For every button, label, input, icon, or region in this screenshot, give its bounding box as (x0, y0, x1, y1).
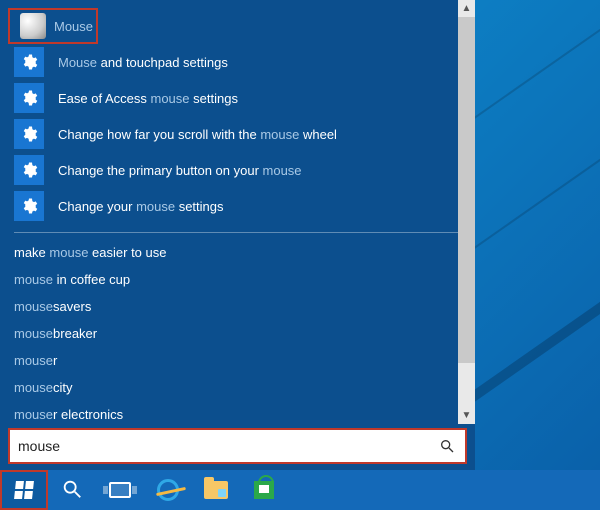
scroll-down-arrow[interactable]: ▼ (458, 407, 475, 424)
settings-result[interactable]: Change your mouse settings (0, 188, 475, 224)
settings-result[interactable]: Change the primary button on your mouse (0, 152, 475, 188)
start-search-panel: Mouse Mouse and touchpad settings Ease of… (0, 0, 475, 470)
web-suggestion[interactable]: mouse in coffee cup (0, 266, 475, 293)
search-box[interactable] (8, 428, 467, 464)
settings-result-label: Change the primary button on your mouse (58, 163, 302, 178)
result-app-label: Mouse (54, 19, 93, 34)
gear-icon (14, 119, 44, 149)
web-suggestion[interactable]: mouser electronics (0, 401, 475, 424)
store-icon (254, 481, 274, 499)
search-box-container (0, 424, 475, 470)
web-suggestion[interactable]: mousebreaker (0, 320, 475, 347)
settings-result-label: Change your mouse settings (58, 199, 224, 214)
settings-result[interactable]: Change how far you scroll with the mouse… (0, 116, 475, 152)
web-suggestion[interactable]: mouser (0, 347, 475, 374)
results-divider (14, 232, 461, 233)
gear-icon (14, 83, 44, 113)
store-button[interactable] (240, 470, 288, 510)
taskbar (0, 470, 600, 510)
settings-result-label: Change how far you scroll with the mouse… (58, 127, 337, 142)
web-suggestion[interactable]: mousecity (0, 374, 475, 401)
web-suggestion[interactable]: make mouse easier to use (0, 239, 475, 266)
settings-result[interactable]: Ease of Access mouse settings (0, 80, 475, 116)
scroll-up-arrow[interactable]: ▲ (458, 0, 475, 17)
gear-icon (14, 155, 44, 185)
result-app-mouse[interactable]: Mouse (8, 8, 98, 44)
settings-result-label: Ease of Access mouse settings (58, 91, 238, 106)
task-view-button[interactable] (96, 470, 144, 510)
search-results: Mouse Mouse and touchpad settings Ease of… (0, 0, 475, 424)
start-button[interactable] (0, 470, 48, 510)
windows-logo-icon (14, 481, 34, 499)
settings-result[interactable]: Mouse and touchpad settings (0, 44, 475, 80)
scrollbar-thumb[interactable] (458, 17, 475, 363)
file-explorer-button[interactable] (192, 470, 240, 510)
taskbar-search-button[interactable] (48, 470, 96, 510)
task-view-icon (109, 482, 131, 498)
ie-icon (157, 479, 179, 501)
settings-result-label: Mouse and touchpad settings (58, 55, 228, 70)
gear-icon (14, 47, 44, 77)
scrollbar[interactable]: ▲ ▼ (458, 0, 475, 424)
web-suggestion[interactable]: mousesavers (0, 293, 475, 320)
folder-icon (204, 481, 228, 499)
gear-icon (14, 191, 44, 221)
search-submit-icon[interactable] (437, 436, 457, 456)
mouse-device-icon (20, 13, 46, 39)
search-icon (61, 478, 83, 503)
search-input[interactable] (18, 438, 437, 454)
internet-explorer-button[interactable] (144, 470, 192, 510)
